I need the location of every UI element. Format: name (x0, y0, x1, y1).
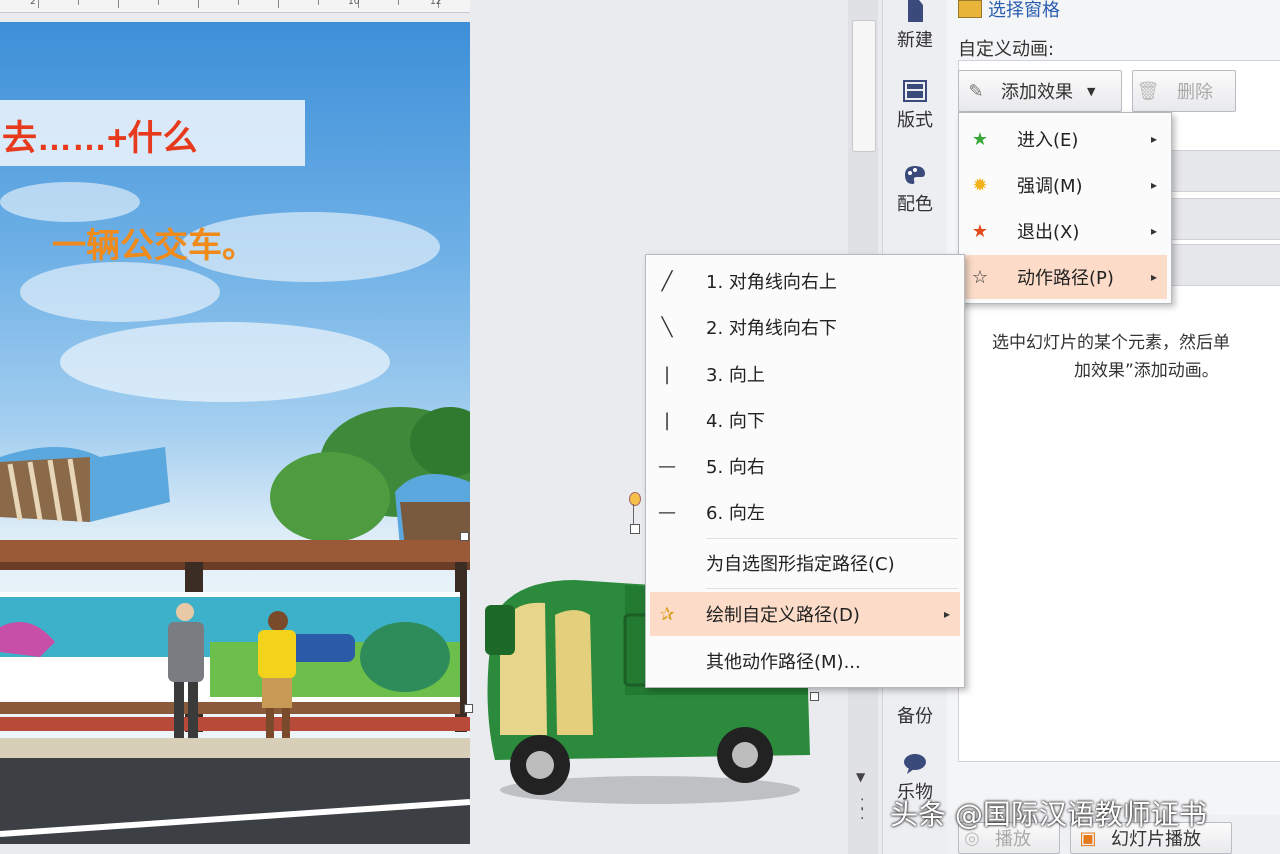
new-slide-button[interactable]: 新建 (883, 0, 947, 52)
page-nav-icon[interactable]: ⁚ ⁚ (860, 798, 864, 822)
chat-bubble-icon (904, 754, 926, 774)
vertical-line-icon: | (663, 363, 671, 385)
diagonal-down-icon: ╲ (661, 316, 673, 338)
menu-item-label: 1. 对角线向右上 (706, 272, 837, 293)
menu-item-label: 4. 向下 (706, 411, 765, 432)
layout-icon (903, 80, 927, 102)
diagonal-up-icon: ╱ (661, 270, 673, 292)
menu-item-entrance[interactable]: ★ 进入(E) ▸ (963, 117, 1167, 161)
property-field[interactable] (1170, 150, 1280, 192)
menu-item-label: 强调(M) (1017, 176, 1083, 197)
backup-label: 备份 (897, 706, 933, 727)
scroll-down-icon[interactable]: ▼ (856, 770, 865, 784)
green-star-icon: ★ (971, 128, 989, 150)
path-down[interactable]: | 4. 向下 (650, 398, 960, 442)
path-draw-custom[interactable]: ✰ 绘制自定义路径(D) ▸ (650, 592, 960, 636)
submenu-arrow-icon: ▸ (1150, 178, 1157, 192)
custom-animation-label: 自定义动画: (958, 39, 1055, 60)
menu-item-label: 绘制自定义路径(D) (706, 605, 860, 626)
submenu-arrow-icon: ▸ (1150, 270, 1157, 284)
menu-item-exit[interactable]: ★ 退出(X) ▸ (963, 209, 1167, 253)
path-more[interactable]: 其他动作路径(M)... (650, 639, 960, 683)
watermark-text: 头条 @国际汉语教师证书 (890, 798, 1207, 831)
slide-title-line2[interactable]: 一辆公交车。 (52, 218, 256, 267)
slide-title-line1[interactable]: 去……+什么 (2, 110, 197, 161)
new-page-icon (908, 0, 923, 22)
ruler-mark: 10 (348, 0, 360, 7)
rotate-handle[interactable] (629, 492, 641, 506)
horizontal-line-icon: — (658, 501, 676, 523)
trash-icon: 🗑 (1136, 80, 1160, 102)
horizontal-line-icon: — (658, 455, 676, 477)
resize-handle[interactable] (460, 532, 469, 541)
menu-item-label: 动作路径(P) (1017, 268, 1114, 289)
color-scheme-button[interactable]: 配色 (883, 164, 947, 216)
slide-canvas[interactable]: 去……+什么 一辆公交车。 (0, 22, 470, 844)
chevron-down-icon: ▼ (1087, 84, 1096, 98)
menu-item-label: 6. 向左 (706, 503, 765, 524)
custom-path-icon: ✰ (659, 603, 675, 625)
new-slide-label: 新建 (897, 30, 933, 51)
property-field[interactable] (1170, 244, 1280, 286)
submenu-arrow-icon: ▸ (1150, 224, 1157, 238)
menu-item-emphasis[interactable]: ✹ 强调(M) ▸ (963, 163, 1167, 207)
path-right[interactable]: — 5. 向右 (650, 444, 960, 488)
red-star-icon: ★ (971, 220, 989, 242)
horizontal-ruler: 2 10 12 (0, 0, 470, 13)
resize-handle[interactable] (464, 704, 473, 713)
layout-button[interactable]: 版式 (883, 80, 947, 132)
ruler-mark: 12 (430, 0, 442, 7)
motion-path-submenu: ╱ 1. 对角线向右上 ╲ 2. 对角线向右下 | 3. 向上 | 4. 向下 … (645, 254, 965, 688)
menu-item-label: 3. 向上 (706, 365, 765, 386)
layout-label: 版式 (897, 110, 933, 131)
submenu-arrow-icon: ▸ (943, 607, 950, 621)
yellow-star-icon: ✹ (972, 174, 988, 196)
select-pane-link[interactable]: 选择窗格 (958, 0, 1060, 22)
hint-line1: 选中幻灯片的某个元素，然后单 (992, 333, 1230, 353)
path-diagonal-up-right[interactable]: ╱ 1. 对角线向右上 (650, 259, 960, 303)
scrollbar-thumb[interactable] (852, 20, 876, 152)
delete-label: 删除 (1177, 82, 1213, 103)
menu-separator (706, 538, 958, 539)
menu-item-label: 退出(X) (1017, 222, 1080, 243)
add-effect-button[interactable]: ✎ 添加效果 ▼ (958, 70, 1122, 112)
menu-item-label: 2. 对角线向右下 (706, 318, 837, 339)
menu-separator (706, 588, 958, 589)
hint-line2: 加效果”添加动画。 (1074, 361, 1219, 381)
menu-item-label: 其他动作路径(M)... (706, 652, 861, 673)
handle-line (633, 504, 634, 524)
vertical-line-icon: | (663, 409, 671, 431)
color-scheme-label: 配色 (897, 194, 933, 215)
menu-item-label: 为自选图形指定路径(C) (706, 554, 895, 575)
resize-handle[interactable] (630, 524, 640, 534)
palette-icon (905, 166, 925, 184)
bus-stop-illustration (0, 407, 470, 844)
path-diagonal-down-right[interactable]: ╲ 2. 对角线向右下 (650, 305, 960, 349)
path-left[interactable]: — 6. 向左 (650, 490, 960, 534)
property-field[interactable] (1170, 198, 1280, 240)
path-assign-autoshape[interactable]: 为自选图形指定路径(C) (650, 541, 960, 585)
delete-button[interactable]: 🗑 删除 (1132, 70, 1236, 112)
select-pane-icon (958, 0, 982, 18)
add-effect-label: 添加效果 (1001, 82, 1073, 103)
menu-item-label: 5. 向右 (706, 457, 765, 478)
path-up[interactable]: | 3. 向上 (650, 352, 960, 396)
select-pane-label: 选择窗格 (988, 0, 1060, 21)
menu-item-motion-path[interactable]: ☆ 动作路径(P) ▸ (963, 255, 1167, 299)
pencil-icon: ✎ (968, 80, 984, 102)
add-effect-menu: ★ 进入(E) ▸ ✹ 强调(M) ▸ ★ 退出(X) ▸ ☆ 动作路径(P) … (958, 112, 1172, 304)
outline-star-icon: ☆ (971, 266, 989, 288)
menu-item-label: 进入(E) (1017, 130, 1079, 151)
submenu-arrow-icon: ▸ (1150, 132, 1157, 146)
ruler-mark: 2 (30, 0, 36, 7)
